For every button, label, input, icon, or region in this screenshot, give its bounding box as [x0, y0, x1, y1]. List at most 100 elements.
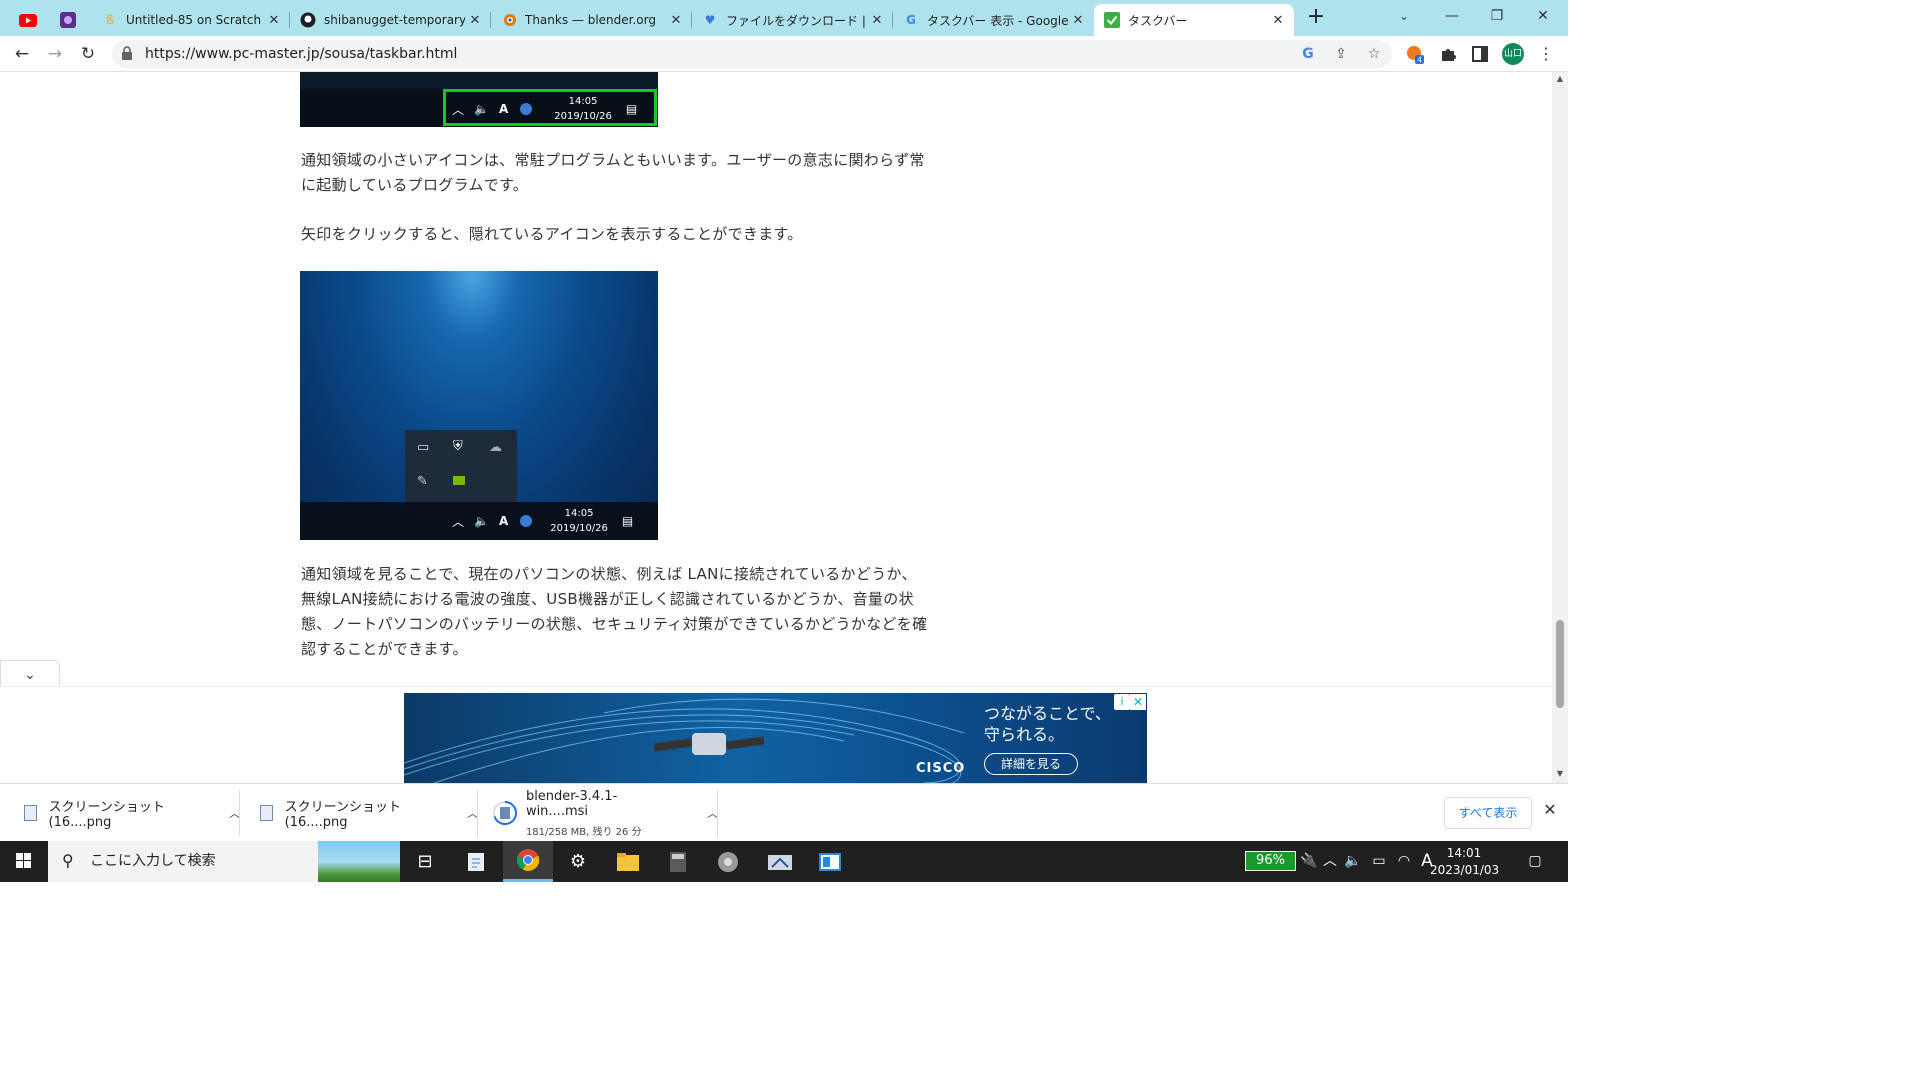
tab-github[interactable]: shibanugget-temporary/ ✕	[290, 4, 491, 36]
satellite-icon	[654, 733, 764, 755]
mic-icon: ✎	[417, 474, 428, 489]
file-explorer-icon[interactable]	[603, 841, 653, 882]
snipping-tool-icon[interactable]	[755, 841, 805, 882]
tray-clock: 14:05 2019/10/26	[550, 508, 608, 534]
scroll-up-icon[interactable]: ▲	[1552, 74, 1568, 83]
close-tab-icon[interactable]: ✕	[264, 13, 284, 28]
notification-area: ︿ 🔈 A 14:05 2019/10/26 ▤	[452, 94, 637, 124]
notepad-app-icon[interactable]	[452, 841, 502, 882]
download-item[interactable]: スクリーンショット (16....png ︿	[240, 784, 478, 842]
cisco-ad-banner[interactable]: CISCO つながることで、 守られる。 詳細を見る i ✕	[404, 693, 1147, 783]
windows-logo-icon	[16, 853, 31, 868]
close-tab-icon[interactable]: ✕	[867, 13, 887, 28]
taskbar-search-box[interactable]: ⚲ ここに入力して検索	[48, 841, 400, 882]
reload-button[interactable]: ↻	[74, 40, 102, 68]
battery-percentage[interactable]: 96%	[1245, 851, 1296, 871]
chrome-app-icon[interactable]	[503, 841, 553, 882]
battery-icon[interactable]: ▭	[1368, 841, 1390, 882]
tab-google-search[interactable]: G タスクバー 表示 - Google ✕	[893, 4, 1094, 36]
whiteboard-app-icon[interactable]	[805, 841, 855, 882]
ad-info-icon[interactable]: i	[1114, 694, 1130, 710]
show-all-downloads-button[interactable]: すべて表示	[1444, 797, 1532, 829]
taskbar-clock[interactable]: 14:01 2023/01/03	[1430, 845, 1499, 879]
profile-avatar[interactable]: 山口	[1502, 43, 1524, 65]
start-button[interactable]	[0, 841, 48, 882]
cisco-logo: CISCO	[916, 761, 966, 776]
download-filename: スクリーンショット (16....png	[48, 800, 165, 830]
restore-button[interactable]: ❐	[1477, 4, 1517, 28]
forward-button[interactable]: →	[41, 40, 69, 68]
tray-clock: 14:05 2019/10/26	[554, 96, 612, 122]
paragraph: 通知領域を見ることで、現在のパソコンの状態、例えば LANに接続されているかどう…	[301, 565, 928, 658]
wifi-icon[interactable]: ◠	[1394, 841, 1414, 882]
pinned-tab-app[interactable]	[50, 4, 86, 36]
close-window-button[interactable]: ✕	[1523, 4, 1563, 28]
tab-strip: ß Untitled-85 on Scratch ✕ shibanugget-t…	[0, 0, 1568, 36]
close-tab-icon[interactable]: ✕	[1268, 13, 1288, 28]
tab-search-chevron-icon[interactable]: ⌄	[1392, 4, 1416, 28]
monitor-icon: ▭	[417, 440, 430, 455]
download-item-in-progress[interactable]: blender-3.4.1-win....msi 181/258 MB, 残り …	[478, 784, 718, 842]
extension-icon[interactable]: 4	[1405, 44, 1425, 64]
close-tab-icon[interactable]: ✕	[1068, 13, 1088, 28]
url-text[interactable]: https://www.pc-master.jp/sousa/taskbar.h…	[145, 40, 457, 68]
calculator-icon[interactable]	[653, 841, 703, 882]
tab-blender[interactable]: Thanks — blender.org ✕	[491, 4, 692, 36]
close-tab-icon[interactable]: ✕	[666, 13, 686, 28]
notification-center-icon[interactable]: ▢	[1522, 841, 1548, 882]
side-panel-icon[interactable]	[1470, 44, 1490, 64]
download-item[interactable]: スクリーンショット (16....png ︿	[0, 784, 240, 842]
notification-area: ︿ 🔈 A 14:05 2019/10/26 ▤	[452, 506, 633, 536]
scrollbar-thumb[interactable]	[1556, 620, 1564, 708]
google-translate-icon[interactable]: G	[1295, 40, 1321, 68]
taskbar-screenshot-top: ︿ 🔈 A 14:05 2019/10/26 ▤	[300, 72, 658, 127]
search-highlight-image	[318, 841, 400, 882]
back-button[interactable]: ←	[8, 40, 36, 68]
menu-kebab-icon[interactable]: ⋮	[1532, 40, 1560, 68]
extension-badge: 4	[1417, 56, 1422, 65]
ad-close-icon[interactable]: ✕	[1130, 694, 1146, 710]
chevron-up-icon: ︿	[452, 514, 465, 529]
lock-icon	[122, 46, 132, 60]
chevron-up-icon[interactable]: ︿	[1321, 841, 1339, 882]
network-icon	[520, 515, 533, 527]
settings-gear-icon[interactable]: ⚙	[553, 841, 603, 882]
pinned-tab-youtube[interactable]	[10, 4, 46, 36]
browser-toolbar: ← → ↻ https://www.pc-master.jp/sousa/tas…	[0, 36, 1568, 72]
speaker-icon: 🔈	[474, 102, 489, 116]
share-icon[interactable]: ⇪	[1328, 40, 1354, 68]
tab-taskbar-active[interactable]: タスクバー ✕	[1094, 4, 1294, 36]
download-filename: blender-3.4.1-win....msi	[525, 788, 618, 819]
tab-ilovepdf[interactable]: ♥ ファイルをダウンロード | iLove ✕	[692, 4, 893, 36]
search-icon: ⚲	[62, 851, 74, 870]
minimize-button[interactable]: —	[1432, 4, 1472, 28]
collapse-chevron-down-icon[interactable]: ⌄	[0, 660, 60, 688]
scrollbar[interactable]: ▲ ▼	[1552, 72, 1568, 783]
media-app-icon[interactable]	[703, 841, 753, 882]
defender-shield-icon: ⛨	[453, 439, 463, 454]
onedrive-cloud-icon: ☁	[489, 440, 502, 455]
extensions-puzzle-icon[interactable]	[1438, 44, 1458, 64]
new-tab-button[interactable]: +	[1302, 6, 1330, 30]
scratch-icon: ß	[106, 13, 114, 27]
github-icon	[300, 12, 316, 28]
speaker-icon[interactable]: 🔈	[1343, 841, 1363, 882]
tab-scratch[interactable]: ß Untitled-85 on Scratch ✕	[92, 4, 290, 36]
ad-details-button[interactable]: 詳細を見る	[984, 753, 1078, 775]
scroll-down-icon[interactable]: ▼	[1552, 769, 1568, 778]
download-shelf: スクリーンショット (16....png ︿ スクリーンショット (16....…	[0, 783, 1568, 841]
close-tab-icon[interactable]: ✕	[465, 13, 485, 28]
ime-icon: A	[498, 102, 509, 116]
close-shelf-icon[interactable]: ✕	[1540, 800, 1560, 819]
ilovepdf-icon: ♥	[704, 13, 716, 27]
google-icon: G	[906, 13, 916, 27]
address-bar[interactable]: https://www.pc-master.jp/sousa/taskbar.h…	[112, 40, 1392, 68]
task-view-icon[interactable]: ⊟	[400, 841, 450, 882]
power-plug-icon[interactable]: 🔌	[1300, 841, 1318, 882]
action-center-icon: ▤	[621, 514, 634, 528]
checkmark-icon	[1104, 12, 1120, 28]
bookmark-star-icon[interactable]: ☆	[1361, 40, 1387, 68]
windows-taskbar: ⚲ ここに入力して検索 ⊟ ⚙ 96% 🔌 ︿ 🔈 ▭ ◠ A 14:01 202…	[0, 841, 1568, 882]
tab-title: タスクバー	[1128, 13, 1188, 28]
download-status: 181/258 MB, 残り 26 分	[525, 826, 642, 838]
